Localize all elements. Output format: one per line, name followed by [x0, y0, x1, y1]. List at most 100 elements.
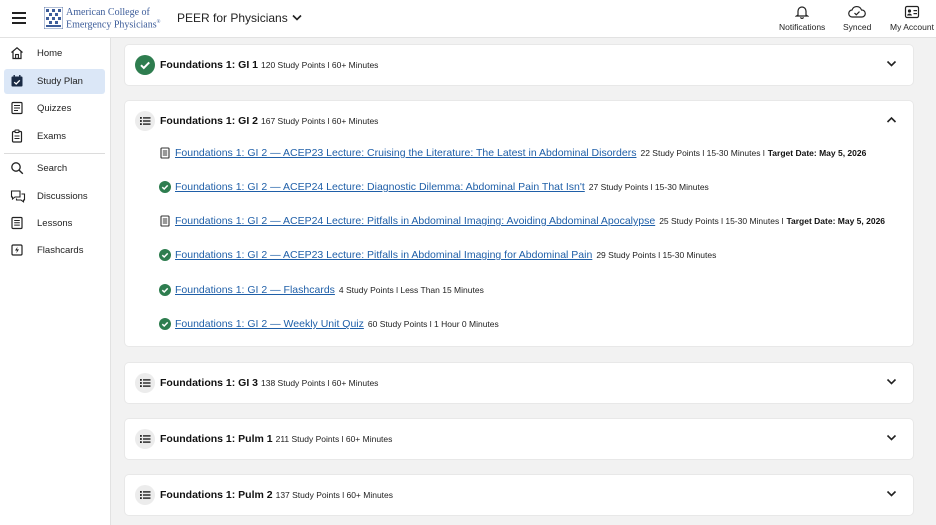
module-title: Foundations 1: Pulm 1 [160, 433, 273, 445]
list-icon [135, 485, 155, 505]
complete-check-icon [135, 55, 155, 75]
module-card: Foundations 1: GI 1 120 Study Points l 60… [125, 45, 913, 85]
sidebar-item-label: Study Plan [37, 76, 83, 87]
sidebar-item-study-plan[interactable]: Study Plan [4, 69, 105, 94]
product-switcher[interactable]: PEER for Physicians [177, 11, 302, 25]
list-item: Foundations 1: GI 2 — ACEP23 Lecture: Cr… [159, 145, 866, 161]
sidebar-item-exams[interactable]: Exams [4, 124, 105, 149]
sidebar-item-search[interactable]: Search [4, 156, 105, 181]
notifications-button[interactable]: Notifications [779, 5, 825, 32]
lesson-link[interactable]: Foundations 1: GI 2 — ACEP23 Lecture: Pi… [175, 249, 592, 261]
sidebar-item-label: Home [37, 48, 63, 59]
module-title-row: Foundations 1: GI 2 167 Study Points l 60… [160, 115, 378, 127]
list-item: Foundations 1: GI 2 — Flashcards 4 Study… [159, 282, 484, 298]
module-header[interactable]: Foundations 1: GI 3 138 Study Points l 60… [125, 363, 913, 403]
module-meta: 137 Study Points l 60+ Minutes [275, 490, 394, 500]
sidebar-item-label: Quizzes [37, 103, 72, 114]
sidebar-divider [4, 153, 105, 154]
bell-icon [795, 6, 810, 19]
account-card-icon [904, 5, 920, 19]
module-title: Foundations 1: GI 1 [160, 59, 259, 71]
sidebar-item-quizzes[interactable]: Quizzes [4, 96, 105, 121]
calendar-check-icon [11, 75, 23, 87]
module-card: Foundations 1: GI 2 167 Study Points l 60… [125, 101, 913, 346]
quiz-link[interactable]: Foundations 1: GI 2 — Weekly Unit Quiz [175, 318, 364, 330]
item-meta: 29 Study Points l 15-30 Minutes [596, 250, 717, 260]
chevron-down-icon[interactable] [886, 490, 897, 498]
module-meta: 120 Study Points l 60+ Minutes [261, 60, 379, 70]
module-title: Foundations 1: GI 3 [160, 377, 259, 389]
sidebar-item-lessons[interactable]: Lessons [4, 211, 105, 236]
discussions-icon [10, 190, 26, 203]
module-meta: 138 Study Points l 60+ Minutes [261, 378, 379, 388]
my-account-button[interactable]: My Account [890, 5, 934, 32]
lessons-icon [11, 216, 23, 230]
module-title-row: Foundations 1: Pulm 1 211 Study Points l … [160, 433, 392, 445]
exam-clipboard-icon [11, 129, 23, 143]
sidebar-item-label: Flashcards [37, 245, 84, 256]
search-icon [11, 162, 24, 175]
list-item: Foundations 1: GI 2 — ACEP23 Lecture: Pi… [159, 247, 716, 263]
chevron-up-icon[interactable] [886, 116, 897, 124]
item-meta: 4 Study Points l Less Than 15 Minutes [338, 285, 484, 295]
complete-check-icon [159, 284, 171, 296]
module-header[interactable]: Foundations 1: GI 1 120 Study Points l 60… [125, 45, 913, 85]
acep-logo-text: American College of Emergency Physicians… [66, 8, 160, 30]
logo-registered-mark: ® [156, 20, 161, 25]
notifications-label: Notifications [779, 22, 826, 32]
flashcards-icon [11, 244, 23, 256]
module-title-row: Foundations 1: GI 3 138 Study Points l 60… [160, 377, 378, 389]
product-name: PEER for Physicians [177, 11, 288, 25]
menu-icon[interactable] [12, 12, 26, 24]
complete-check-icon [159, 181, 171, 193]
logo-line-1: American College of [66, 7, 150, 18]
module-header[interactable]: Foundations 1: GI 2 167 Study Points l 60… [125, 101, 913, 141]
my-account-label: My Account [890, 22, 934, 32]
cloud-check-icon [848, 6, 867, 18]
logo-line-2: Emergency Physicians® [66, 18, 160, 30]
chevron-down-icon[interactable] [886, 60, 897, 68]
sidebar-item-discussions[interactable]: Discussions [4, 184, 105, 209]
chevron-down-icon [292, 14, 302, 21]
item-meta: 25 Study Points l 15-30 Minutes l [659, 216, 784, 226]
target-date: Target Date: May 5, 2026 [767, 148, 867, 158]
module-header[interactable]: Foundations 1: Pulm 2 137 Study Points l … [125, 475, 913, 515]
top-bar: American College of Emergency Physicians… [0, 0, 936, 38]
flashcards-link[interactable]: Foundations 1: GI 2 — Flashcards [175, 284, 335, 296]
list-item: Foundations 1: GI 2 — ACEP24 Lecture: Pi… [159, 213, 885, 229]
synced-label: Synced [843, 22, 872, 32]
list-icon [135, 429, 155, 449]
list-icon [135, 373, 155, 393]
sidebar-item-home[interactable]: Home [4, 41, 105, 66]
module-title: Foundations 1: GI 2 [160, 115, 259, 127]
module-card: Foundations 1: Pulm 1 211 Study Points l … [125, 419, 913, 459]
quiz-icon [11, 101, 23, 115]
module-meta: 211 Study Points l 60+ Minutes [275, 434, 393, 444]
module-card: Foundations 1: Pulm 2 137 Study Points l … [125, 475, 913, 515]
lesson-link[interactable]: Foundations 1: GI 2 — ACEP24 Lecture: Di… [175, 181, 585, 193]
item-meta: 60 Study Points l 1 Hour 0 Minutes [367, 319, 499, 329]
module-title: Foundations 1: Pulm 2 [160, 489, 273, 501]
target-date: Target Date: May 5, 2026 [786, 216, 886, 226]
sidebar-item-label: Discussions [37, 191, 88, 202]
module-title-row: Foundations 1: GI 1 120 Study Points l 60… [160, 59, 378, 71]
chevron-down-icon[interactable] [886, 434, 897, 442]
sidebar-item-label: Lessons [37, 218, 73, 229]
sidebar-item-label: Search [37, 163, 68, 174]
lesson-link[interactable]: Foundations 1: GI 2 — ACEP24 Lecture: Pi… [175, 215, 655, 227]
module-title-row: Foundations 1: Pulm 2 137 Study Points l … [160, 489, 393, 501]
lesson-document-icon [160, 147, 170, 159]
lesson-document-icon [160, 215, 170, 227]
module-header[interactable]: Foundations 1: Pulm 1 211 Study Points l … [125, 419, 913, 459]
item-meta: 22 Study Points l 15-30 Minutes l [640, 148, 765, 158]
home-icon [11, 47, 23, 60]
list-item: Foundations 1: GI 2 — ACEP24 Lecture: Di… [159, 179, 709, 195]
sidebar-item-flashcards[interactable]: Flashcards [4, 238, 105, 263]
module-card: Foundations 1: GI 3 138 Study Points l 60… [125, 363, 913, 403]
acep-logo[interactable]: American College of Emergency Physicians… [44, 7, 160, 30]
synced-status[interactable]: Synced [843, 5, 871, 32]
list-item: Foundations 1: GI 2 — Weekly Unit Quiz 6… [159, 316, 499, 332]
list-icon [135, 111, 155, 131]
chevron-down-icon[interactable] [886, 378, 897, 386]
lesson-link[interactable]: Foundations 1: GI 2 — ACEP23 Lecture: Cr… [175, 147, 636, 159]
